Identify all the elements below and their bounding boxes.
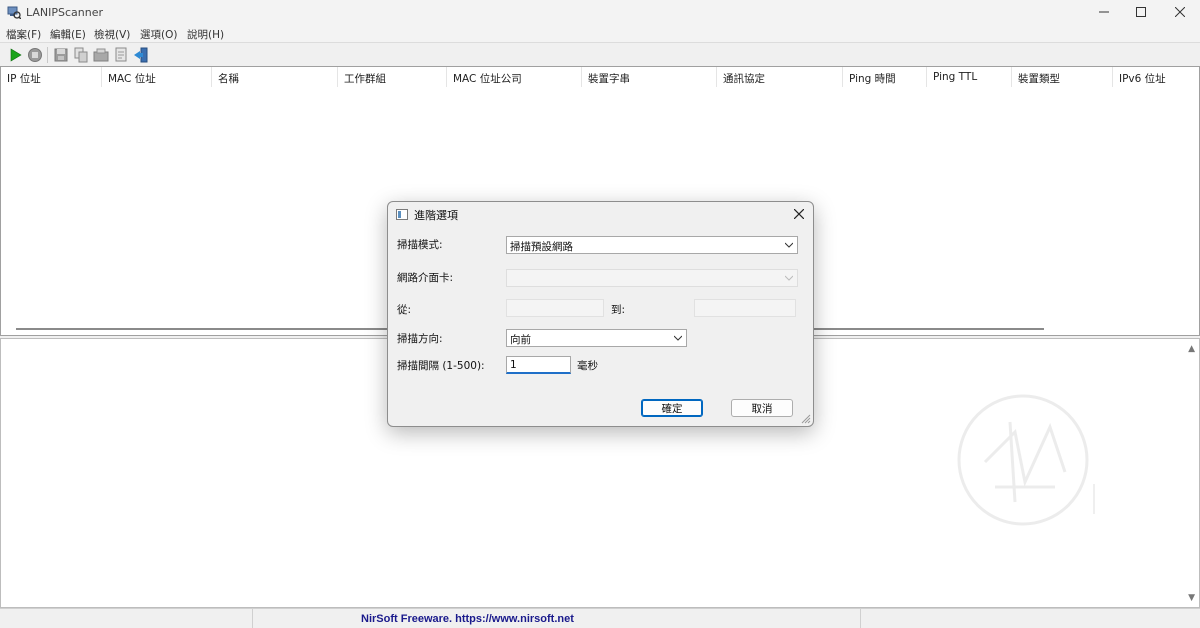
interval-label: 掃描間隔 (1-500):: [397, 360, 485, 372]
column-header[interactable]: IP 位址: [7, 71, 41, 86]
direction-label: 掃描方向:: [397, 333, 443, 345]
interval-input-field[interactable]: [507, 357, 570, 372]
dialog-window-icon: [396, 209, 408, 220]
to-label: 到:: [611, 304, 626, 316]
copy-icon[interactable]: [73, 47, 89, 63]
column-header[interactable]: Ping TTL: [933, 71, 977, 83]
from-ip-field[interactable]: [506, 299, 604, 317]
direction-value: 向前: [510, 334, 531, 346]
watermark-seal-icon: [957, 394, 1095, 526]
resize-grip-icon[interactable]: [801, 414, 811, 424]
column-header[interactable]: 通訊協定: [723, 71, 765, 86]
toolbar-separator: [47, 47, 48, 63]
scan-mode-label: 掃描模式:: [397, 239, 443, 251]
scroll-up-icon[interactable]: ▲: [1188, 344, 1195, 354]
direction-select[interactable]: 向前: [506, 329, 687, 347]
play-icon[interactable]: [7, 47, 23, 63]
column-header-row: IP 位址 MAC 位址 名稱 工作群組 MAC 位址公司 裝置字串 通訊協定 …: [1, 67, 1199, 87]
chevron-down-icon: [785, 242, 793, 248]
menu-view[interactable]: 檢視(V): [94, 27, 130, 42]
column-header[interactable]: Ping 時間: [849, 71, 896, 86]
stop-icon[interactable]: [27, 47, 43, 63]
maximize-button[interactable]: [1121, 0, 1161, 24]
from-label: 從:: [397, 304, 412, 316]
scroll-down-icon[interactable]: ▼: [1188, 593, 1195, 603]
column-header[interactable]: MAC 位址: [108, 71, 156, 86]
column-header[interactable]: 裝置類型: [1018, 71, 1060, 86]
to-ip-field[interactable]: [694, 299, 796, 317]
properties-icon[interactable]: [93, 47, 109, 63]
minimize-icon: [1099, 11, 1109, 13]
nirsoft-link[interactable]: NirSoft Freeware. https://www.nirsoft.ne…: [361, 613, 574, 625]
maximize-icon: [1136, 7, 1146, 17]
menu-help[interactable]: 說明(H): [187, 27, 224, 42]
scan-mode-value: 掃描預設網路: [510, 241, 573, 253]
minimize-button[interactable]: [1084, 0, 1124, 24]
advanced-options-dialog: 進階選項 掃描模式: 掃描預設網路 網路介面卡: 從: 到: 掃描方向: 向前 …: [387, 201, 814, 427]
menu-file[interactable]: 檔案(F): [6, 27, 41, 42]
status-bar: NirSoft Freeware. https://www.nirsoft.ne…: [0, 608, 1200, 628]
menu-bar: 檔案(F) 編輯(E) 檢視(V) 選項(O) 說明(H): [0, 24, 1200, 42]
close-window-button[interactable]: [1160, 0, 1200, 24]
status-cell: [0, 609, 253, 628]
chevron-down-icon: [785, 275, 793, 281]
column-header[interactable]: IPv6 位址: [1119, 71, 1166, 86]
html-report-icon[interactable]: [113, 47, 129, 63]
dialog-close-button[interactable]: [789, 204, 809, 224]
column-header[interactable]: 名稱: [218, 71, 239, 86]
dialog-title-bar: 進階選項: [388, 202, 813, 226]
exit-icon[interactable]: [133, 47, 149, 63]
ok-button[interactable]: 確定: [641, 399, 703, 417]
column-header[interactable]: 裝置字串: [588, 71, 630, 86]
close-icon: [1175, 7, 1185, 17]
adapter-select[interactable]: [506, 269, 798, 287]
app-icon: [7, 6, 21, 19]
interval-unit: 毫秒: [577, 360, 598, 372]
column-header[interactable]: 工作群組: [344, 71, 386, 86]
toolbar: [0, 42, 1200, 66]
dialog-title: 進階選項: [414, 209, 458, 222]
save-icon[interactable]: [53, 47, 69, 63]
close-icon: [794, 209, 804, 219]
interval-input[interactable]: [506, 356, 571, 374]
adapter-label: 網路介面卡:: [397, 272, 454, 284]
column-header[interactable]: MAC 位址公司: [453, 71, 522, 86]
window-title: LANIPScanner: [26, 6, 104, 19]
menu-options[interactable]: 選項(O): [140, 27, 177, 42]
menu-edit[interactable]: 編輯(E): [50, 27, 86, 42]
scan-mode-select[interactable]: 掃描預設網路: [506, 236, 798, 254]
title-bar: LANIPScanner: [0, 0, 1200, 24]
cancel-button[interactable]: 取消: [731, 399, 793, 417]
chevron-down-icon: [674, 335, 682, 341]
